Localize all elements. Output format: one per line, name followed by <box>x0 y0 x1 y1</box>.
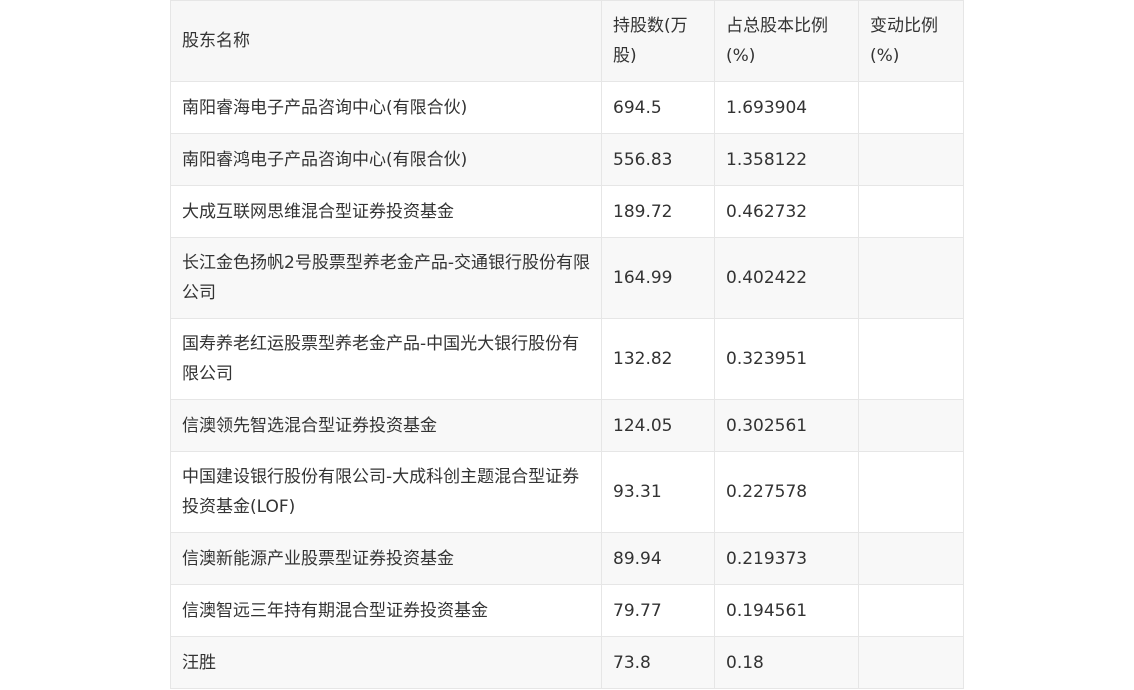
table-row: 长江金色扬帆2号股票型养老金产品-交通银行股份有限公司 164.99 0.402… <box>170 237 964 319</box>
cell-shareholder-name: 南阳睿鸿电子产品咨询中心(有限合伙) <box>170 133 602 186</box>
cell-shares-held: 556.83 <box>601 133 715 186</box>
cell-shares-held: 89.94 <box>601 532 715 585</box>
cell-shareholder-name: 中国建设银行股份有限公司-大成科创主题混合型证券投资基金(LOF) <box>170 451 602 533</box>
header-change-ratio: 变动比例(%) <box>858 0 964 82</box>
table-row: 信澳新能源产业股票型证券投资基金 89.94 0.219373 <box>170 532 964 585</box>
header-shareholder-name: 股东名称 <box>170 0 602 82</box>
cell-share-ratio: 0.18 <box>714 636 859 689</box>
cell-shareholder-name: 长江金色扬帆2号股票型养老金产品-交通银行股份有限公司 <box>170 237 602 319</box>
cell-shareholder-name: 汪胜 <box>170 636 602 689</box>
table-row: 大成互联网思维混合型证券投资基金 189.72 0.462732 <box>170 185 964 238</box>
table-header: 股东名称 持股数(万股) 占总股本比例(%) 变动比例(%) <box>170 0 964 82</box>
table-row: 南阳睿鸿电子产品咨询中心(有限合伙) 556.83 1.358122 <box>170 133 964 186</box>
cell-shareholder-name: 大成互联网思维混合型证券投资基金 <box>170 185 602 238</box>
cell-change-ratio <box>858 636 964 689</box>
table-body: 南阳睿海电子产品咨询中心(有限合伙) 694.5 1.693904 南阳睿鸿电子… <box>170 81 964 689</box>
cell-shares-held: 189.72 <box>601 185 715 238</box>
cell-shareholder-name: 信澳智远三年持有期混合型证券投资基金 <box>170 584 602 637</box>
cell-shares-held: 164.99 <box>601 237 715 319</box>
cell-shares-held: 694.5 <box>601 81 715 134</box>
cell-shares-held: 132.82 <box>601 318 715 400</box>
cell-shareholder-name: 信澳新能源产业股票型证券投资基金 <box>170 532 602 585</box>
table-row: 信澳领先智选混合型证券投资基金 124.05 0.302561 <box>170 399 964 452</box>
table-row: 国寿养老红运股票型养老金产品-中国光大银行股份有限公司 132.82 0.323… <box>170 318 964 400</box>
cell-change-ratio <box>858 237 964 319</box>
cell-share-ratio: 0.227578 <box>714 451 859 533</box>
cell-change-ratio <box>858 584 964 637</box>
cell-shareholder-name: 信澳领先智选混合型证券投资基金 <box>170 399 602 452</box>
cell-share-ratio: 1.358122 <box>714 133 859 186</box>
cell-shares-held: 124.05 <box>601 399 715 452</box>
header-row: 股东名称 持股数(万股) 占总股本比例(%) 变动比例(%) <box>170 0 964 82</box>
shareholder-table-container: 股东名称 持股数(万股) 占总股本比例(%) 变动比例(%) 南阳睿海电子产品咨… <box>170 0 964 689</box>
cell-share-ratio: 0.323951 <box>714 318 859 400</box>
table-row: 南阳睿海电子产品咨询中心(有限合伙) 694.5 1.693904 <box>170 81 964 134</box>
cell-change-ratio <box>858 451 964 533</box>
cell-share-ratio: 0.194561 <box>714 584 859 637</box>
cell-share-ratio: 0.402422 <box>714 237 859 319</box>
cell-change-ratio <box>858 185 964 238</box>
header-shares-held: 持股数(万股) <box>601 0 715 82</box>
cell-shares-held: 73.8 <box>601 636 715 689</box>
cell-change-ratio <box>858 81 964 134</box>
cell-change-ratio <box>858 532 964 585</box>
cell-shares-held: 93.31 <box>601 451 715 533</box>
cell-share-ratio: 0.219373 <box>714 532 859 585</box>
cell-change-ratio <box>858 318 964 400</box>
cell-change-ratio <box>858 133 964 186</box>
cell-change-ratio <box>858 399 964 452</box>
cell-share-ratio: 1.693904 <box>714 81 859 134</box>
cell-shareholder-name: 国寿养老红运股票型养老金产品-中国光大银行股份有限公司 <box>170 318 602 400</box>
cell-share-ratio: 0.302561 <box>714 399 859 452</box>
header-share-ratio: 占总股本比例(%) <box>714 0 859 82</box>
cell-shareholder-name: 南阳睿海电子产品咨询中心(有限合伙) <box>170 81 602 134</box>
table-row: 中国建设银行股份有限公司-大成科创主题混合型证券投资基金(LOF) 93.31 … <box>170 451 964 533</box>
cell-share-ratio: 0.462732 <box>714 185 859 238</box>
table-row: 汪胜 73.8 0.18 <box>170 636 964 689</box>
shareholder-table: 股东名称 持股数(万股) 占总股本比例(%) 变动比例(%) 南阳睿海电子产品咨… <box>170 0 964 689</box>
table-row: 信澳智远三年持有期混合型证券投资基金 79.77 0.194561 <box>170 584 964 637</box>
cell-shares-held: 79.77 <box>601 584 715 637</box>
